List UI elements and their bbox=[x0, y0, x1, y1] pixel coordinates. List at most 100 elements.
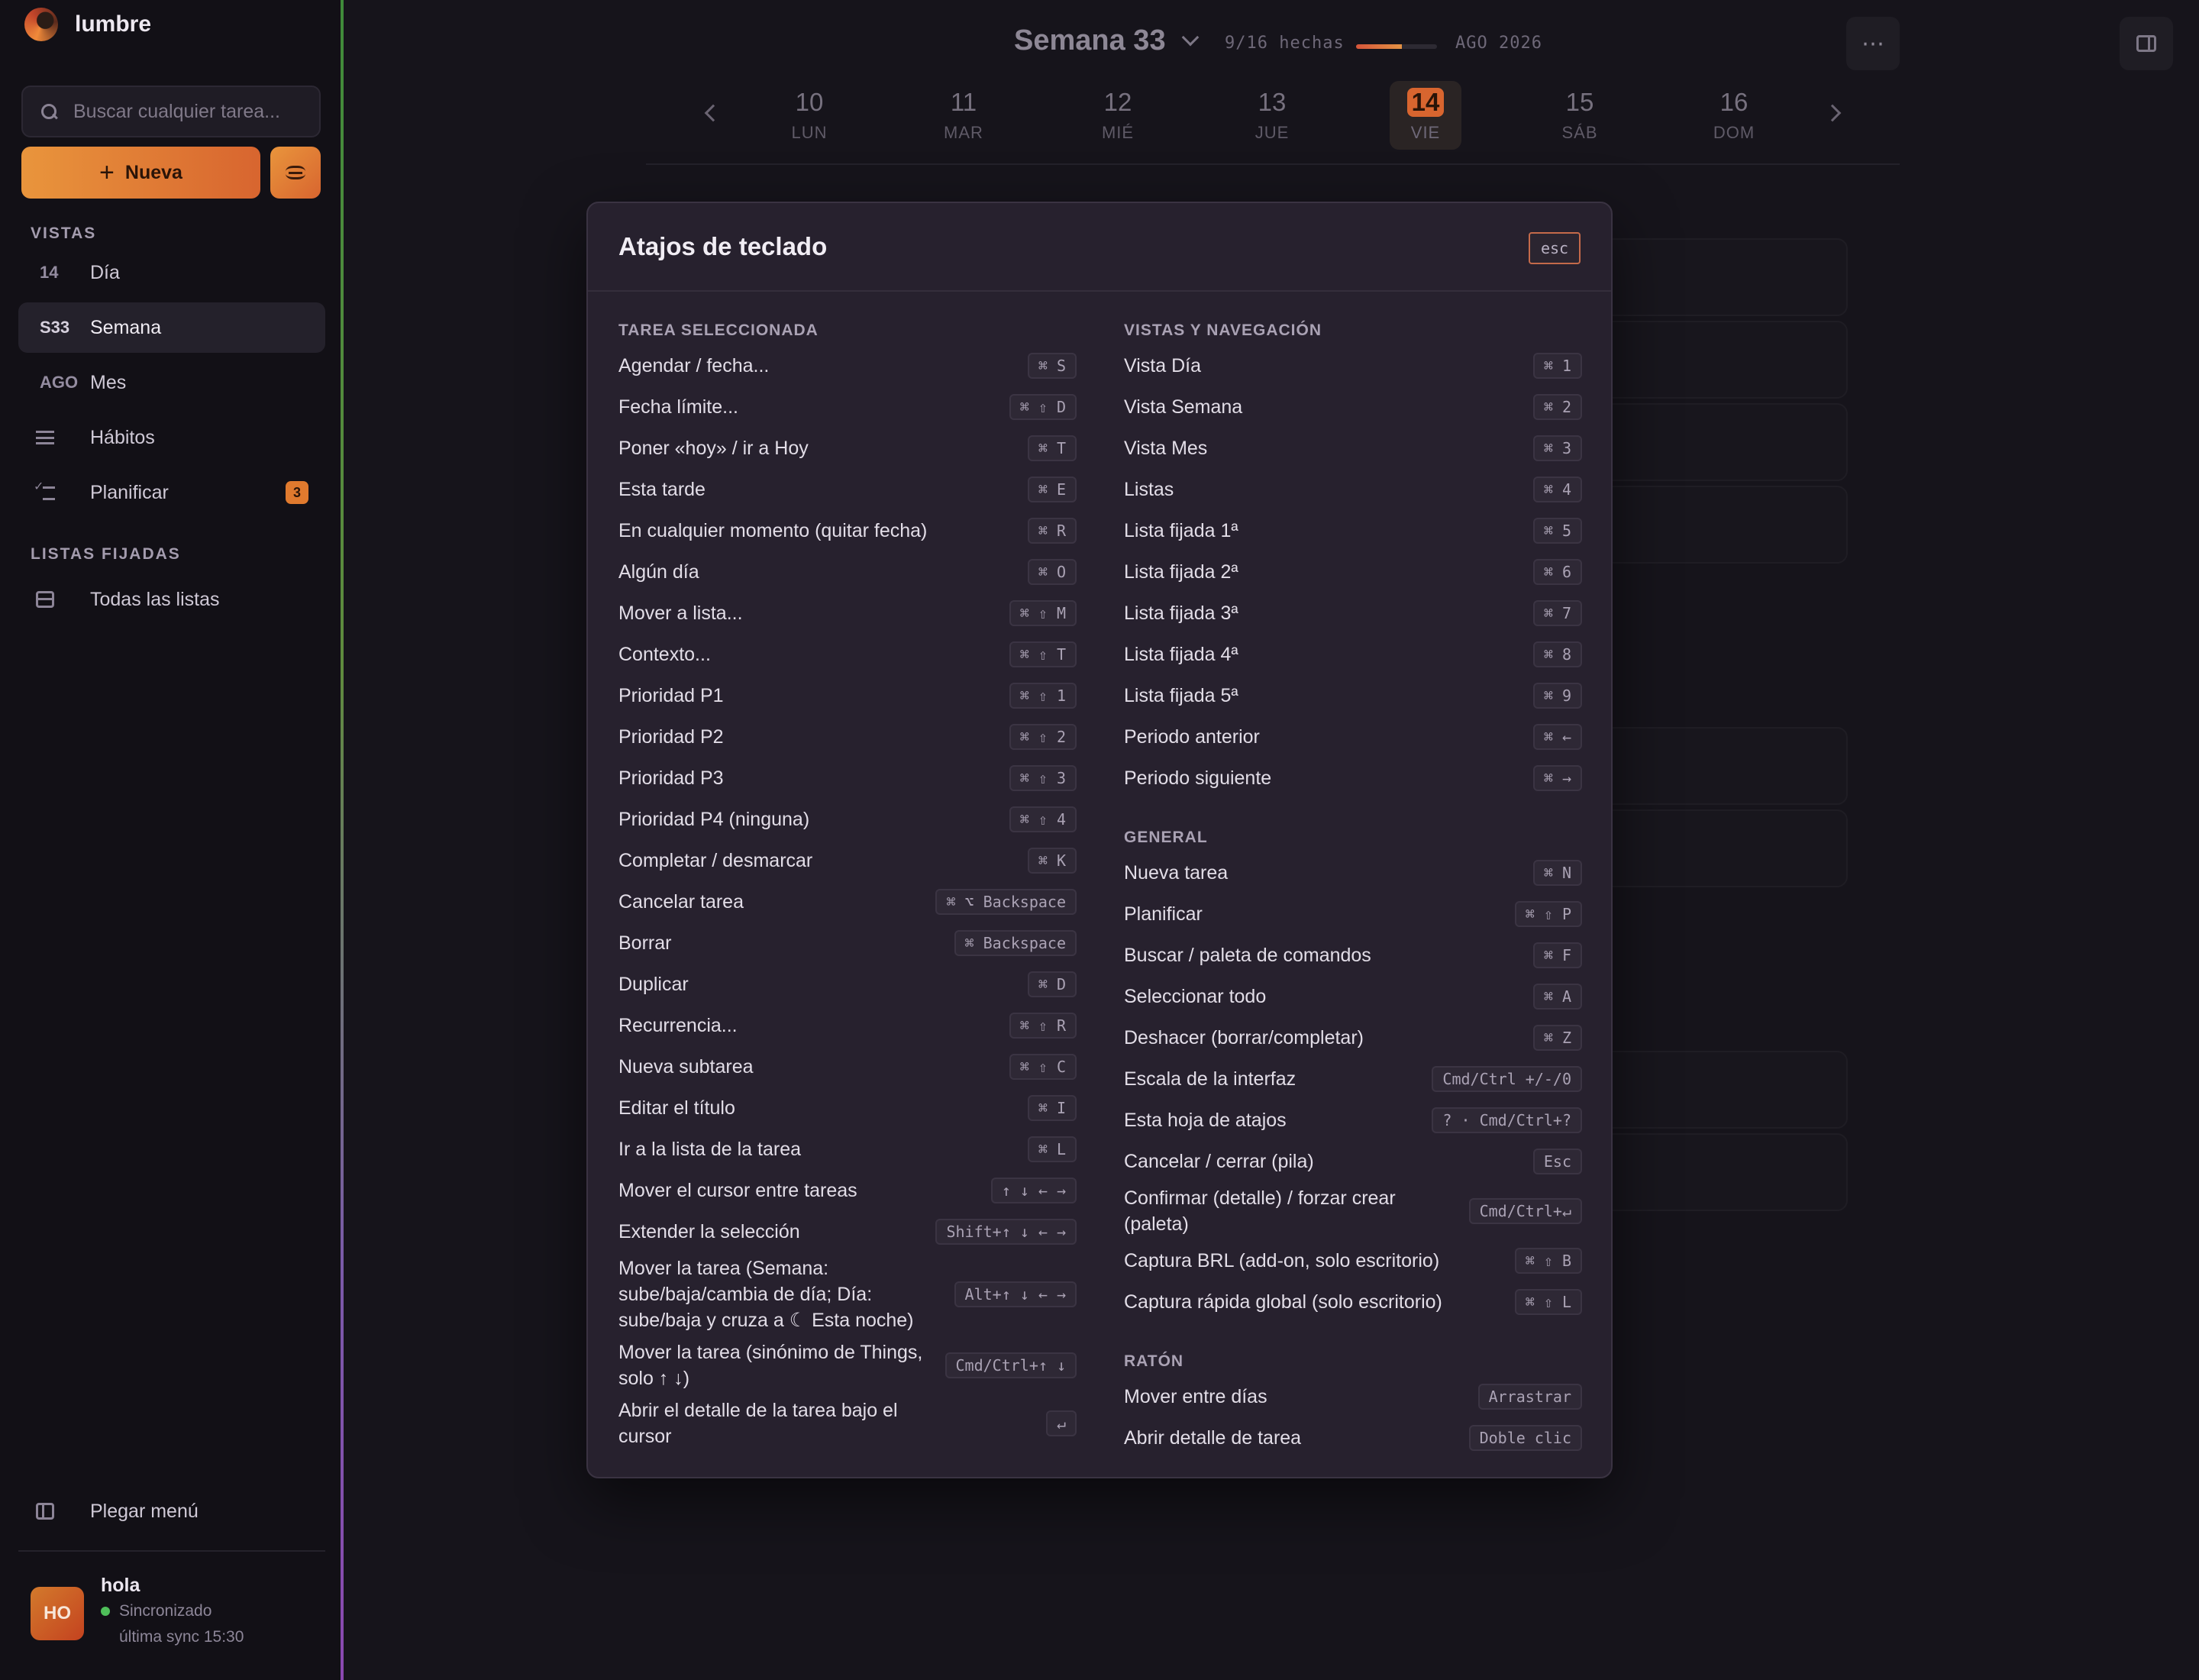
shortcut-row: Confirmar (detalle) / forzar crear (pale… bbox=[1124, 1182, 1582, 1240]
shortcut-row: Lista fijada 1ª ⌘ 5 bbox=[1124, 510, 1582, 551]
day-number: 15 bbox=[1565, 88, 1594, 116]
quick-capture-icon bbox=[286, 166, 305, 179]
shortcut-label: Ir a la lista de la tarea bbox=[618, 1139, 802, 1160]
chevron-right-icon[interactable] bbox=[1823, 104, 1842, 122]
shortcut-row: Lista fijada 3ª ⌘ 7 bbox=[1124, 593, 1582, 634]
chevron-left-icon[interactable] bbox=[704, 104, 722, 122]
shortcut-row: Vista Mes ⌘ 3 bbox=[1124, 428, 1582, 469]
shortcut-row: Mover el cursor entre tareas ↑ ↓ ← → bbox=[618, 1170, 1077, 1211]
shortcut-row: Ir a la lista de la tarea ⌘ L bbox=[618, 1129, 1077, 1170]
shortcut-key: ⌘ 9 bbox=[1532, 683, 1582, 709]
day-column-header-today[interactable]: 14 VIE bbox=[1390, 81, 1461, 150]
shortcut-label: En cualquier momento (quitar fecha) bbox=[618, 520, 928, 541]
sidebar-item-plan[interactable]: Planificar 3 bbox=[18, 467, 325, 518]
shortcut-key: ⌘ ⇧ L bbox=[1514, 1289, 1582, 1315]
week-progress-bar bbox=[1356, 44, 1437, 49]
shortcut-row: Recurrencia... ⌘ ⇧ R bbox=[618, 1005, 1077, 1046]
nav-code: S33 bbox=[40, 318, 70, 337]
shortcut-key: ⌘ S bbox=[1027, 353, 1077, 379]
shortcut-key: Cmd/Ctrl+↑ ↓ bbox=[945, 1352, 1077, 1378]
shortcut-key: ⌘ T bbox=[1027, 435, 1077, 461]
shortcut-row: Periodo anterior ⌘ ← bbox=[1124, 716, 1582, 758]
day-column-header[interactable]: 10 LUN bbox=[773, 81, 845, 150]
day-column-header[interactable]: 15 SÁB bbox=[1544, 81, 1616, 150]
day-name: MAR bbox=[944, 123, 983, 142]
shortcut-label: Vista Semana bbox=[1124, 396, 1243, 418]
shortcut-row: Nueva subtarea ⌘ ⇧ C bbox=[618, 1046, 1077, 1087]
shortcut-key: ⌘ K bbox=[1027, 848, 1077, 874]
shortcut-key: ⌘ → bbox=[1532, 765, 1582, 791]
sidebar: lumbre Buscar cualquier tarea... + Nueva… bbox=[0, 0, 341, 1680]
shortcut-row: Mover entre días Arrastrar bbox=[1124, 1376, 1582, 1417]
toggle-panel-button[interactable] bbox=[2120, 17, 2173, 70]
shortcut-key: ⌘ 6 bbox=[1532, 559, 1582, 585]
sidebar-item-day[interactable]: 14 Día bbox=[18, 247, 325, 298]
shortcut-row: Prioridad P3 ⌘ ⇧ 3 bbox=[618, 758, 1077, 799]
shortcuts-column-right: VISTAS Y NAVEGACIÓN Vista Día ⌘ 1 Vista Sem… bbox=[1124, 316, 1582, 1459]
shortcut-row: Contexto... ⌘ ⇧ T bbox=[618, 634, 1077, 675]
close-button[interactable]: esc bbox=[1529, 232, 1581, 264]
brand[interactable]: lumbre bbox=[24, 6, 151, 43]
more-options-button[interactable]: ⋯ bbox=[1846, 17, 1900, 70]
sidebar-item-label: Planificar bbox=[90, 481, 169, 503]
shortcut-row: Fecha límite... ⌘ ⇧ D bbox=[618, 386, 1077, 428]
day-column-header[interactable]: 16 DOM bbox=[1698, 81, 1770, 150]
day-name: LUN bbox=[791, 123, 828, 142]
shortcut-key: ⌘ L bbox=[1027, 1136, 1077, 1162]
shortcut-key: ⌘ ⇧ D bbox=[1009, 394, 1077, 420]
sidebar-item-label: Semana bbox=[90, 316, 162, 338]
sidebar-item-habits[interactable]: Hábitos bbox=[18, 412, 325, 463]
avatar[interactable]: HO bbox=[31, 1587, 84, 1640]
shortcut-label: Prioridad P1 bbox=[618, 685, 724, 706]
nav-code: 14 bbox=[40, 263, 59, 282]
day-number: 10 bbox=[795, 88, 824, 116]
shortcut-group-title: GENERAL bbox=[1124, 829, 1208, 846]
shortcut-row: Mover a lista... ⌘ ⇧ M bbox=[618, 593, 1077, 634]
shortcut-row: Lista fijada 5ª ⌘ 9 bbox=[1124, 675, 1582, 716]
shortcut-key: ⌘ 3 bbox=[1532, 435, 1582, 461]
shortcut-row: En cualquier momento (quitar fecha) ⌘ R bbox=[618, 510, 1077, 551]
shortcut-row: Prioridad P2 ⌘ ⇧ 2 bbox=[618, 716, 1077, 758]
collapse-menu-button[interactable]: Plegar menú bbox=[18, 1486, 325, 1536]
sidebar-item-week[interactable]: S33 Semana bbox=[18, 302, 325, 353]
shortcut-key: ↵ bbox=[1045, 1410, 1077, 1436]
app-logo bbox=[24, 8, 58, 41]
shortcut-row: Editar el título ⌘ I bbox=[618, 1087, 1077, 1129]
shortcut-row: Agendar / fecha... ⌘ S bbox=[618, 345, 1077, 386]
new-task-button[interactable]: + Nueva bbox=[21, 147, 260, 199]
day-column-header[interactable]: 12 MIÉ bbox=[1082, 81, 1154, 150]
day-column-header[interactable]: 13 JUE bbox=[1236, 81, 1308, 150]
shortcut-row: Nueva tarea ⌘ N bbox=[1124, 852, 1582, 893]
done-count: 9/16 hechas bbox=[1225, 34, 1345, 53]
shortcut-key: Cmd/Ctrl +/-/0 bbox=[1432, 1066, 1582, 1092]
shortcut-row: Mover la tarea (sinónimo de Things, solo… bbox=[618, 1336, 1077, 1394]
shortcut-label: Periodo anterior bbox=[1124, 726, 1260, 748]
shortcut-label: Mover la tarea (Semana: sube/baja/cambia… bbox=[618, 1258, 914, 1331]
month-label: AGO 2026 bbox=[1455, 34, 1542, 53]
nav-code: AGO bbox=[40, 373, 79, 392]
sidebar-item-all-lists[interactable]: Todas las listas bbox=[18, 574, 325, 625]
shortcut-row: Prioridad P1 ⌘ ⇧ 1 bbox=[618, 675, 1077, 716]
shortcut-label: Algún día bbox=[618, 561, 699, 583]
shortcut-row: Abrir detalle de tarea Doble clic bbox=[1124, 1417, 1582, 1459]
shortcut-label: Mover la tarea (sinónimo de Things, solo… bbox=[618, 1342, 923, 1389]
shortcut-row: Planificar ⌘ ⇧ P bbox=[1124, 893, 1582, 935]
day-column-header[interactable]: 11 MAR bbox=[928, 81, 999, 150]
sidebar-item-month[interactable]: AGO Mes bbox=[18, 357, 325, 408]
shortcut-key: ⌘ E bbox=[1027, 477, 1077, 502]
shortcut-group-title: VISTAS Y NAVEGACIÓN bbox=[1124, 321, 1322, 339]
plus-icon: + bbox=[99, 158, 115, 187]
day-name: MIÉ bbox=[1101, 123, 1135, 142]
search-input[interactable]: Buscar cualquier tarea... bbox=[21, 86, 321, 137]
shortcut-label: Esta hoja de atajos bbox=[1124, 1110, 1287, 1131]
shortcut-key: ⌘ ⇧ C bbox=[1009, 1054, 1077, 1080]
quick-capture-button[interactable] bbox=[270, 147, 321, 199]
sidebar-item-label: Mes bbox=[90, 371, 127, 393]
shortcut-row: Deshacer (borrar/completar) ⌘ Z bbox=[1124, 1017, 1582, 1058]
last-sync-time: última sync 15:30 bbox=[119, 1628, 244, 1646]
shortcut-label: Periodo siguiente bbox=[1124, 767, 1272, 789]
shortcut-label: Poner «hoy» / ir a Hoy bbox=[618, 438, 809, 459]
week-selector[interactable]: Semana 33 bbox=[1014, 24, 1199, 57]
sync-status: Sincronizado bbox=[101, 1602, 212, 1620]
shortcut-label: Extender la selección bbox=[618, 1221, 800, 1242]
